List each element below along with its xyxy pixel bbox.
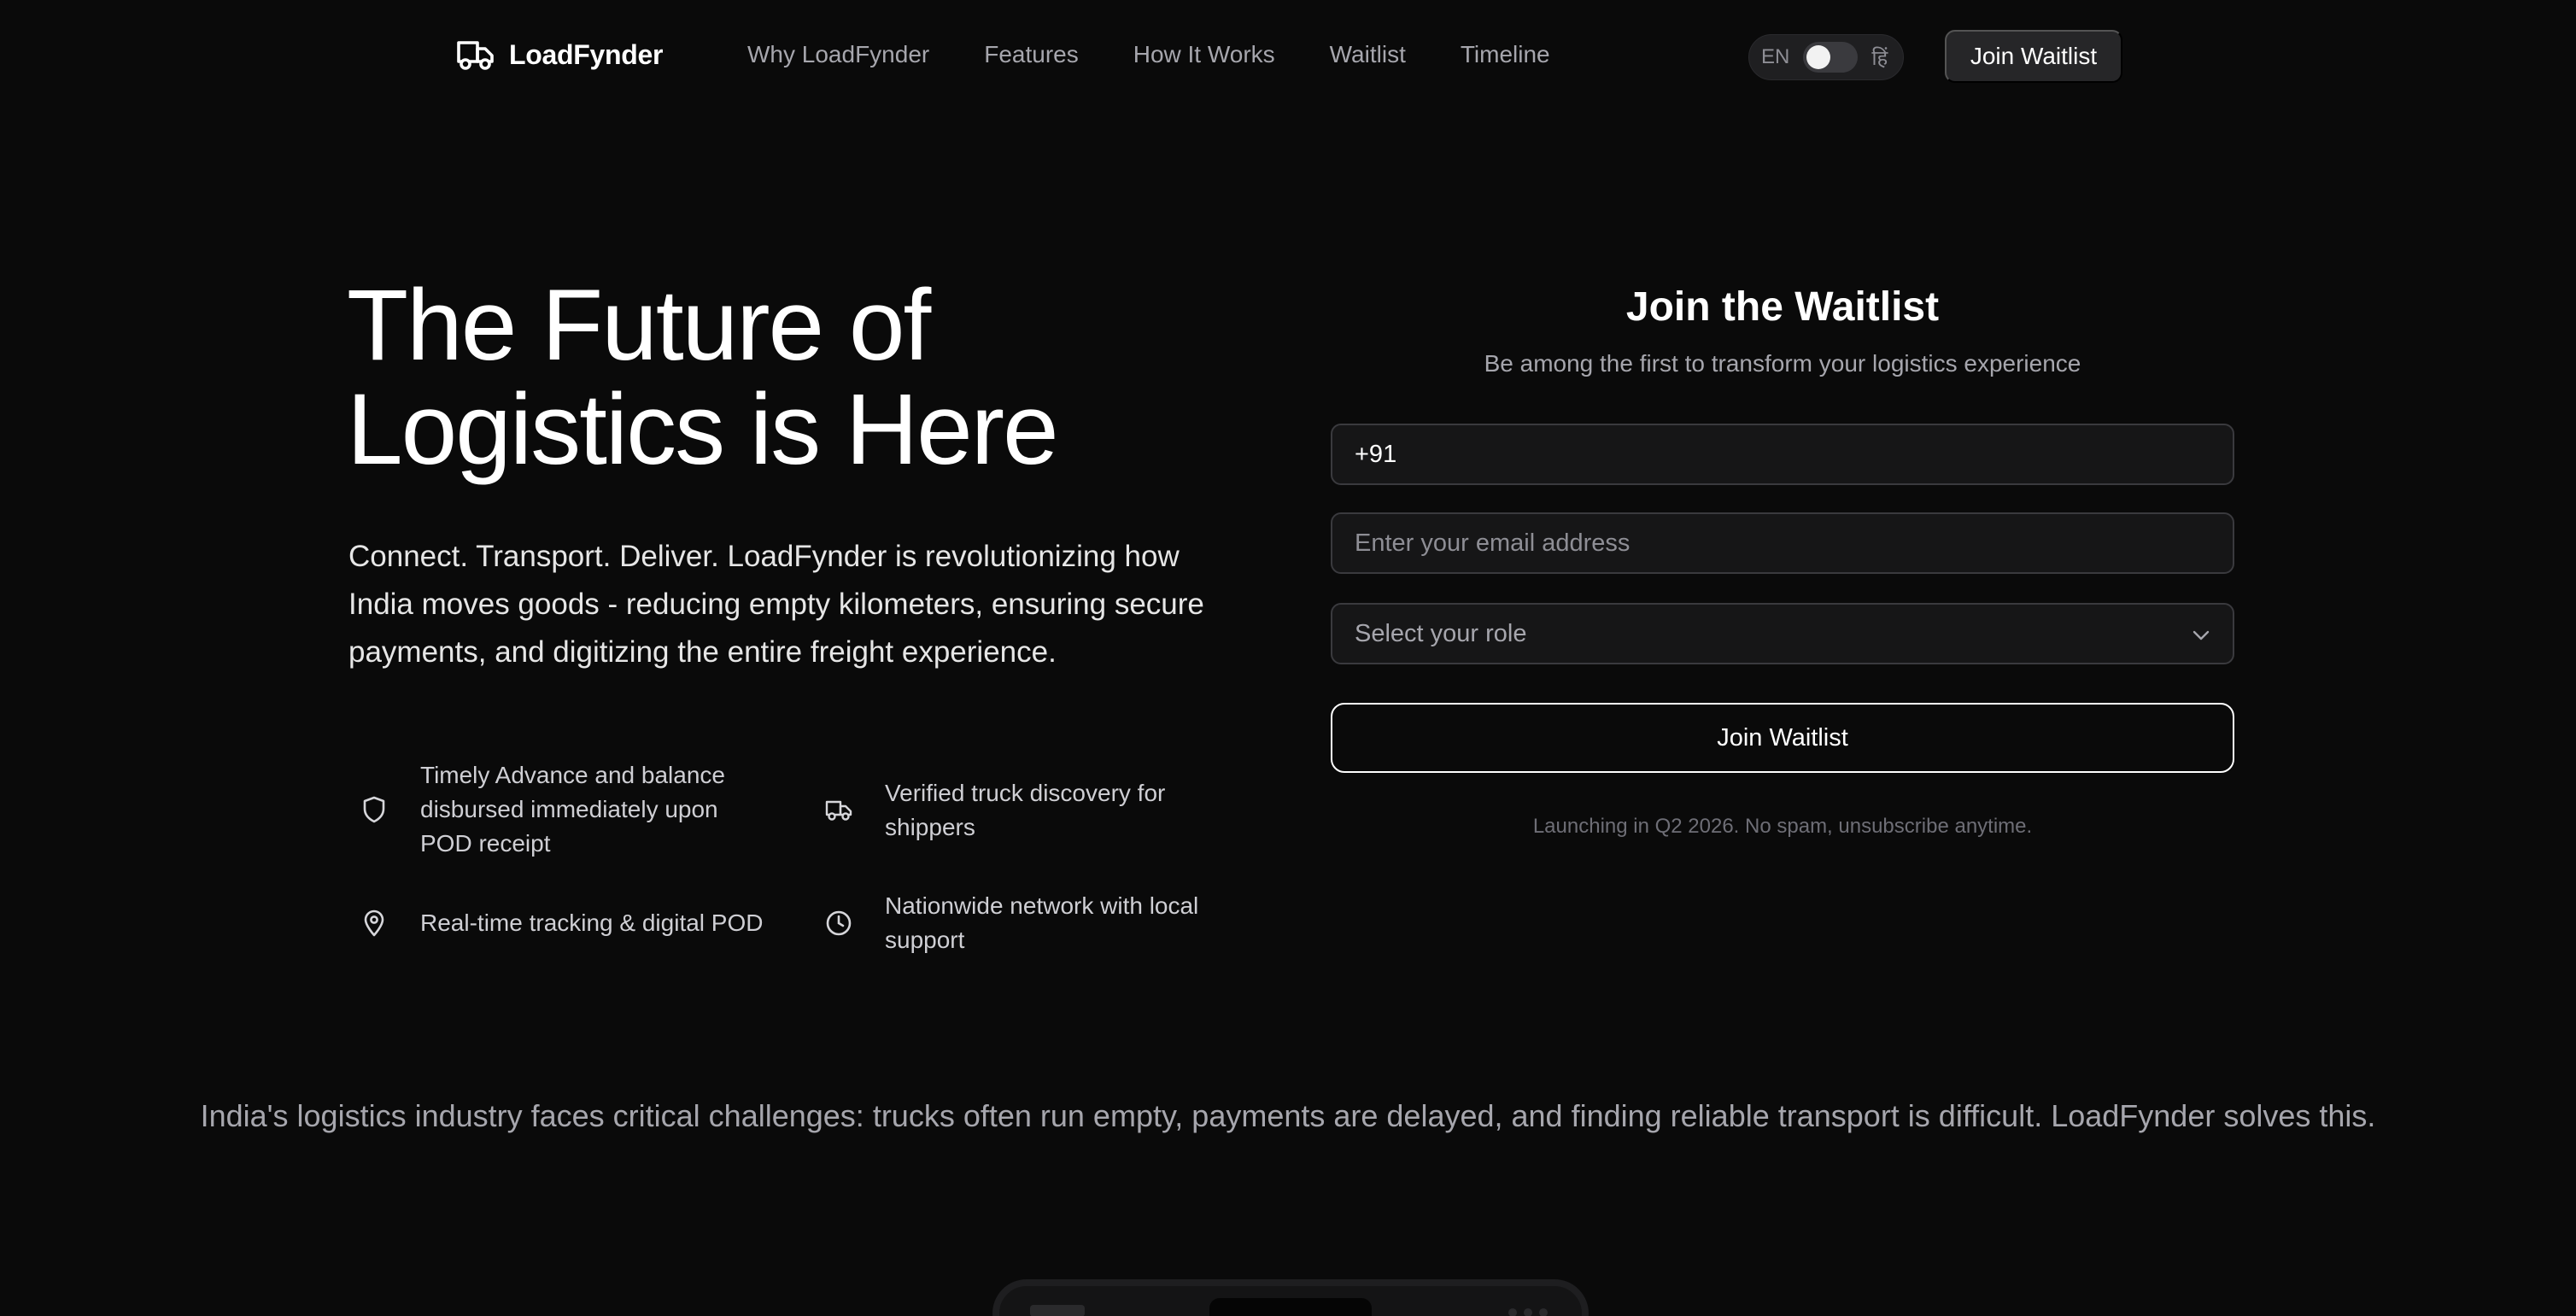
landing-page: LoadFynder Why LoadFynder Features How I… bbox=[0, 0, 2576, 1316]
language-switch[interactable] bbox=[1803, 42, 1859, 73]
shield-icon bbox=[359, 794, 389, 825]
map-pin-icon bbox=[359, 908, 389, 939]
join-waitlist-button[interactable]: Join Waitlist bbox=[1331, 703, 2234, 773]
nav-link-features[interactable]: Features bbox=[984, 41, 1079, 68]
feature-item-network: Nationwide network with local support bbox=[823, 889, 1233, 957]
truck-logo-icon bbox=[456, 38, 495, 72]
hero-title-line2: Logistics is Here bbox=[347, 373, 1059, 486]
phone-field[interactable]: +91 bbox=[1331, 424, 2234, 485]
form-note: Launching in Q2 2026. No spam, unsubscri… bbox=[1532, 815, 2033, 838]
nav-link-waitlist[interactable]: Waitlist bbox=[1330, 41, 1406, 68]
problem-statement: India's logistics industry faces critica… bbox=[200, 1098, 2376, 1133]
chevron-down-icon bbox=[2192, 620, 2210, 648]
nav-link-how-it-works[interactable]: How It Works bbox=[1133, 41, 1275, 68]
device-mockup bbox=[992, 1279, 1589, 1316]
switch-knob bbox=[1806, 45, 1831, 69]
email-field[interactable] bbox=[1331, 512, 2234, 574]
lang-hi-label: हिं bbox=[1871, 45, 1888, 70]
device-notch bbox=[1209, 1298, 1372, 1316]
feature-text: Real-time tracking & digital POD bbox=[420, 910, 764, 936]
feature-item-tracking: Real-time tracking & digital POD bbox=[359, 906, 803, 940]
nav-join-waitlist-button[interactable]: Join Waitlist bbox=[1945, 30, 2122, 83]
truck-icon bbox=[823, 795, 854, 826]
nav-links: Why LoadFynder Features How It Works Wai… bbox=[747, 41, 1550, 68]
top-nav: LoadFynder Why LoadFynder Features How I… bbox=[0, 0, 2576, 114]
role-select-label: Select your role bbox=[1355, 619, 1527, 647]
brand-name: LoadFynder bbox=[509, 38, 664, 70]
feature-text: Verified truck discovery for shippers bbox=[885, 780, 1166, 840]
nav-link-timeline[interactable]: Timeline bbox=[1461, 41, 1550, 68]
form-title: Join the Waitlist bbox=[1625, 284, 1940, 330]
hero-title: The Future of Logistics is Here bbox=[347, 273, 1201, 482]
phone-value: +91 bbox=[1355, 440, 1397, 468]
feature-item-truck-discovery: Verified truck discovery for shippers bbox=[823, 776, 1233, 845]
feature-item-payments: Timely Advance and balance disbursed imm… bbox=[359, 758, 769, 861]
brand-logo[interactable]: LoadFynder bbox=[456, 38, 663, 72]
form-subtitle: Be among the first to transform your log… bbox=[1484, 350, 2081, 377]
language-toggle[interactable]: EN हिं bbox=[1748, 34, 1904, 80]
feature-text: Timely Advance and balance disbursed imm… bbox=[420, 762, 725, 857]
device-camera bbox=[1030, 1305, 1085, 1316]
role-select[interactable]: Select your role bbox=[1331, 603, 2234, 664]
hero-title-line1: The Future of bbox=[347, 269, 931, 382]
hero-description: Connect. Transport. Deliver. LoadFynder … bbox=[348, 540, 1204, 669]
feature-text: Nationwide network with local support bbox=[885, 892, 1199, 953]
clock-icon bbox=[823, 908, 854, 939]
device-status-dots bbox=[1508, 1308, 1548, 1316]
nav-link-why[interactable]: Why LoadFynder bbox=[747, 41, 929, 68]
lang-en-label: EN bbox=[1761, 45, 1790, 68]
